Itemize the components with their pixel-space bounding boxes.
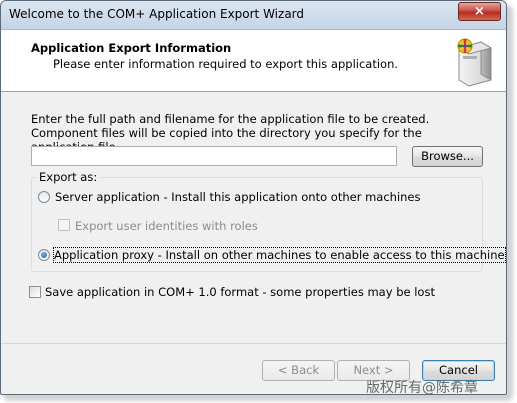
application-proxy-radio[interactable] bbox=[38, 249, 50, 261]
wizard-header: Application Export Information Please en… bbox=[1, 30, 506, 92]
watermark-text: 版权所有@陈希章 bbox=[366, 380, 478, 396]
application-file-path-input[interactable] bbox=[31, 146, 397, 166]
save-com10-format-checkbox[interactable] bbox=[29, 286, 41, 298]
export-user-identities-label[interactable]: Export user identities with roles bbox=[75, 219, 258, 233]
window-title: Welcome to the COM+ Application Export W… bbox=[9, 7, 305, 21]
application-proxy-label[interactable]: Application proxy - Install on other mac… bbox=[53, 247, 506, 263]
export-user-identities-checkbox[interactable] bbox=[58, 219, 70, 231]
close-icon: × bbox=[474, 4, 485, 19]
browse-button[interactable]: Browse... bbox=[412, 146, 483, 167]
title-bar[interactable]: Welcome to the COM+ Application Export W… bbox=[1, 1, 506, 30]
save-com10-format-label[interactable]: Save application in COM+ 1.0 format - so… bbox=[45, 285, 435, 299]
header-title: Application Export Information bbox=[31, 41, 232, 55]
header-subtitle: Please enter information required to exp… bbox=[53, 57, 399, 71]
back-button[interactable]: < Back bbox=[262, 360, 335, 381]
close-button[interactable]: × bbox=[458, 2, 501, 21]
com-package-icon bbox=[457, 38, 493, 87]
export-as-label: Export as: bbox=[37, 170, 100, 184]
footer-divider bbox=[1, 343, 506, 344]
server-application-radio[interactable] bbox=[38, 191, 50, 203]
wizard-window: Welcome to the COM+ Application Export W… bbox=[0, 0, 507, 395]
server-application-label[interactable]: Server application - Install this applic… bbox=[55, 190, 421, 204]
